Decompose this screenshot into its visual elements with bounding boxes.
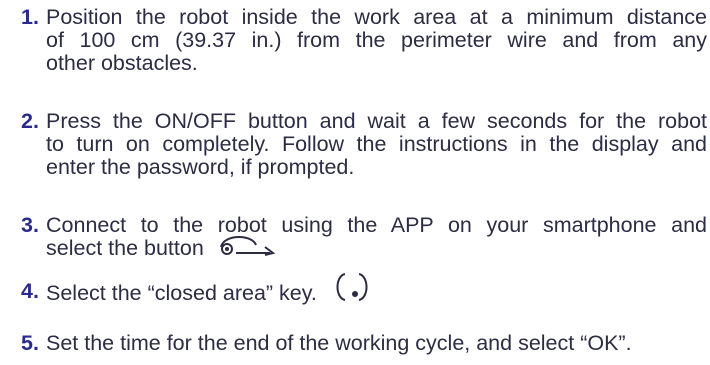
step-number: 4.	[21, 279, 39, 303]
step-text-line: Press the ON/OFF button and wait a few s…	[46, 109, 707, 133]
step-text: Set the time for the end of the working …	[46, 332, 707, 355]
step-number: 1.	[21, 5, 39, 29]
step-text-line: to turn on completely. Follow the instru…	[46, 132, 707, 156]
closed-area-key-icon	[333, 270, 371, 309]
step-number: 3.	[21, 213, 39, 237]
step-text-fragment: select the button	[46, 236, 204, 260]
step-text: Connect to the robot using the APP on yo…	[46, 214, 707, 261]
instruction-steps: 1. Position the robot inside the work ar…	[0, 0, 710, 365]
step-number: 5.	[21, 331, 39, 355]
step-text-fragment: Select the “closed area” key.	[46, 281, 317, 306]
return-to-base-icon	[218, 232, 278, 261]
step-4: 4. Select the “closed area” key.	[21, 273, 707, 309]
step-text-line: Set the time for the end of the working …	[46, 331, 632, 355]
step-text-line: of 100 cm (39.37 in.) from the perimeter…	[46, 28, 707, 52]
step-text: Select the “closed area” key.	[46, 273, 707, 309]
step-2: 2. Press the ON/OFF button and wait a fe…	[21, 110, 707, 179]
step-text-line: select the button	[46, 235, 707, 261]
step-text: Position the robot inside the work area …	[46, 6, 707, 75]
step-text-line: other obstacles.	[46, 51, 198, 75]
step-5: 5. Set the time for the end of the worki…	[21, 332, 707, 355]
step-text-line: Select the “closed area” key.	[46, 273, 707, 309]
step-text-line: Connect to the robot using the APP on yo…	[46, 213, 707, 237]
step-text: Press the ON/OFF button and wait a few s…	[46, 110, 707, 179]
step-3: 3. Connect to the robot using the APP on…	[21, 214, 707, 261]
step-text-line: enter the password, if prompted.	[46, 155, 355, 179]
step-number: 2.	[21, 109, 39, 133]
step-1: 1. Position the robot inside the work ar…	[21, 6, 707, 75]
step-text-line: Position the robot inside the work area …	[46, 5, 707, 29]
